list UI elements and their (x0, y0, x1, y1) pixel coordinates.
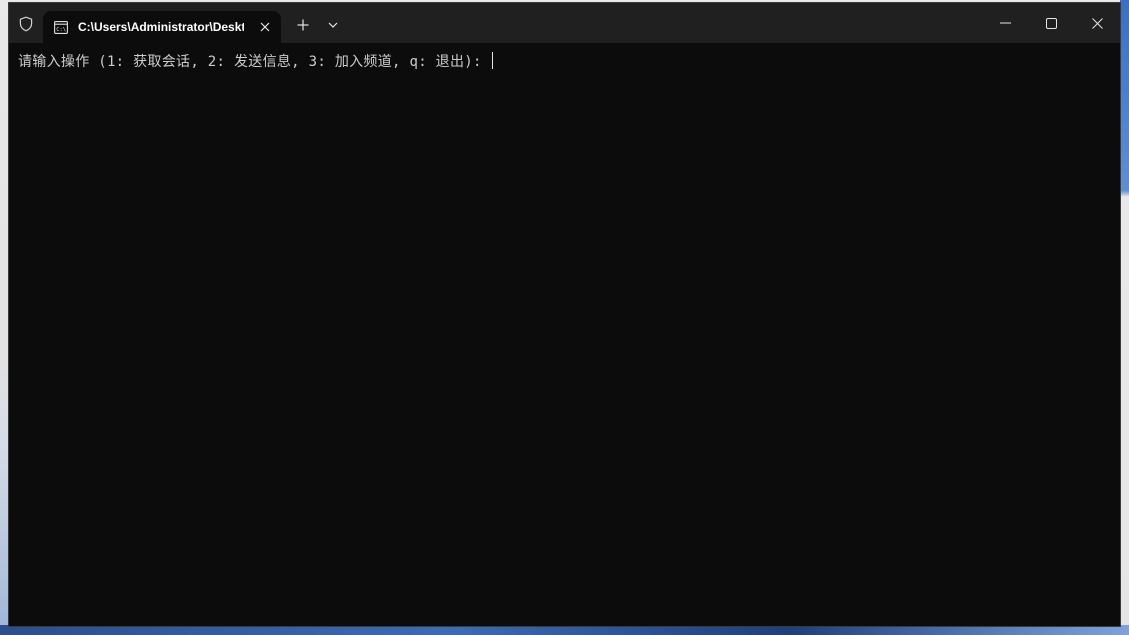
minimize-icon (999, 22, 1011, 24)
tab-close-button[interactable] (255, 17, 275, 37)
console-area[interactable]: 请输入操作 (1: 获取会话, 2: 发送信息, 3: 加入频道, q: 退出)… (9, 43, 1120, 626)
close-icon (1091, 17, 1103, 29)
text-cursor (492, 52, 494, 69)
console-prompt-line: 请输入操作 (1: 获取会话, 2: 发送信息, 3: 加入频道, q: 退出)… (18, 52, 494, 71)
console-icon: C:\ (53, 19, 69, 35)
tab-terminal[interactable]: C:\ C:\Users\Administrator\Deskt (43, 11, 281, 43)
admin-shield-button[interactable] (13, 11, 39, 37)
console-prompt: 请输入操作 (1: 获取会话, 2: 发送信息, 3: 加入频道, q: 退出)… (18, 54, 491, 70)
window-controls (982, 3, 1120, 43)
plus-icon (297, 19, 309, 31)
close-window-button[interactable] (1074, 3, 1120, 43)
minimize-button[interactable] (982, 3, 1028, 43)
terminal-window: C:\ C:\Users\Administrator\Deskt 请输入操作 (… (8, 2, 1121, 627)
shield-icon (19, 16, 33, 32)
new-tab-button[interactable] (292, 14, 314, 36)
tab-dropdown-button[interactable] (322, 14, 344, 36)
svg-text:C:\: C:\ (56, 27, 66, 33)
desktop-edge (1120, 0, 1129, 635)
close-icon (260, 22, 270, 32)
maximize-button[interactable] (1028, 3, 1074, 43)
tab-title: C:\Users\Administrator\Deskt (78, 20, 244, 34)
title-bar[interactable]: C:\ C:\Users\Administrator\Deskt (9, 3, 1120, 43)
maximize-icon (1045, 17, 1057, 29)
chevron-down-icon (328, 22, 338, 28)
